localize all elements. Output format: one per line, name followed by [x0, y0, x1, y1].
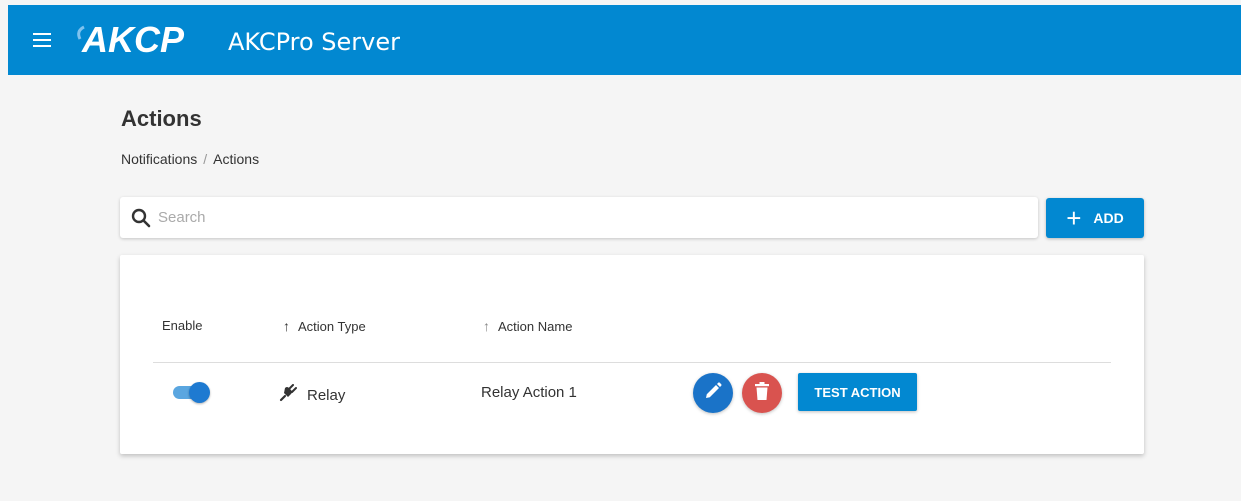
action-type-label: Relay — [307, 386, 346, 404]
hamburger-menu-icon[interactable] — [33, 33, 51, 47]
column-header-label: Action Name — [498, 319, 573, 334]
toggle-thumb — [189, 382, 210, 403]
column-header-label: Action Type — [298, 319, 366, 334]
column-header-action-name[interactable]: ↑ Action Name — [483, 318, 572, 334]
app-title: AKCPro Server — [228, 28, 401, 56]
column-header-enable[interactable]: Enable — [162, 318, 202, 333]
enable-toggle[interactable] — [173, 381, 211, 403]
breadcrumb-separator: / — [203, 151, 208, 167]
delete-button[interactable] — [742, 373, 782, 413]
add-button[interactable]: + ADD — [1046, 198, 1144, 238]
arrow-up-icon: ↑ — [283, 318, 290, 334]
breadcrumb-notifications-link[interactable]: Notifications — [121, 151, 197, 167]
action-type-cell: Relay — [279, 384, 345, 406]
page-title: Actions — [121, 106, 202, 131]
table-header-divider — [153, 362, 1111, 363]
search-icon — [131, 208, 151, 233]
test-action-button[interactable]: TEST ACTION — [798, 373, 917, 411]
plus-icon: + — [1066, 203, 1082, 233]
breadcrumb-current: Actions — [213, 151, 260, 167]
trash-icon — [754, 381, 770, 406]
plug-icon — [279, 384, 297, 406]
search-bar — [120, 197, 1038, 238]
akcp-logo: AKCP — [74, 19, 222, 64]
column-header-label: Enable — [162, 318, 203, 333]
top-app-bar: AKCP AKCPro Server — [8, 5, 1241, 75]
action-name-cell: Relay Action 1 — [481, 384, 577, 401]
add-button-label: ADD — [1093, 210, 1124, 226]
svg-text:AKCP: AKCP — [81, 19, 185, 59]
search-input[interactable] — [158, 197, 1018, 238]
pencil-icon — [704, 381, 722, 405]
column-header-action-type[interactable]: ↑ Action Type — [283, 318, 366, 334]
arrow-up-icon: ↑ — [483, 318, 490, 334]
actions-table-card — [120, 255, 1144, 454]
edit-button[interactable] — [693, 373, 733, 413]
breadcrumb: Notifications / Actions — [121, 151, 259, 167]
